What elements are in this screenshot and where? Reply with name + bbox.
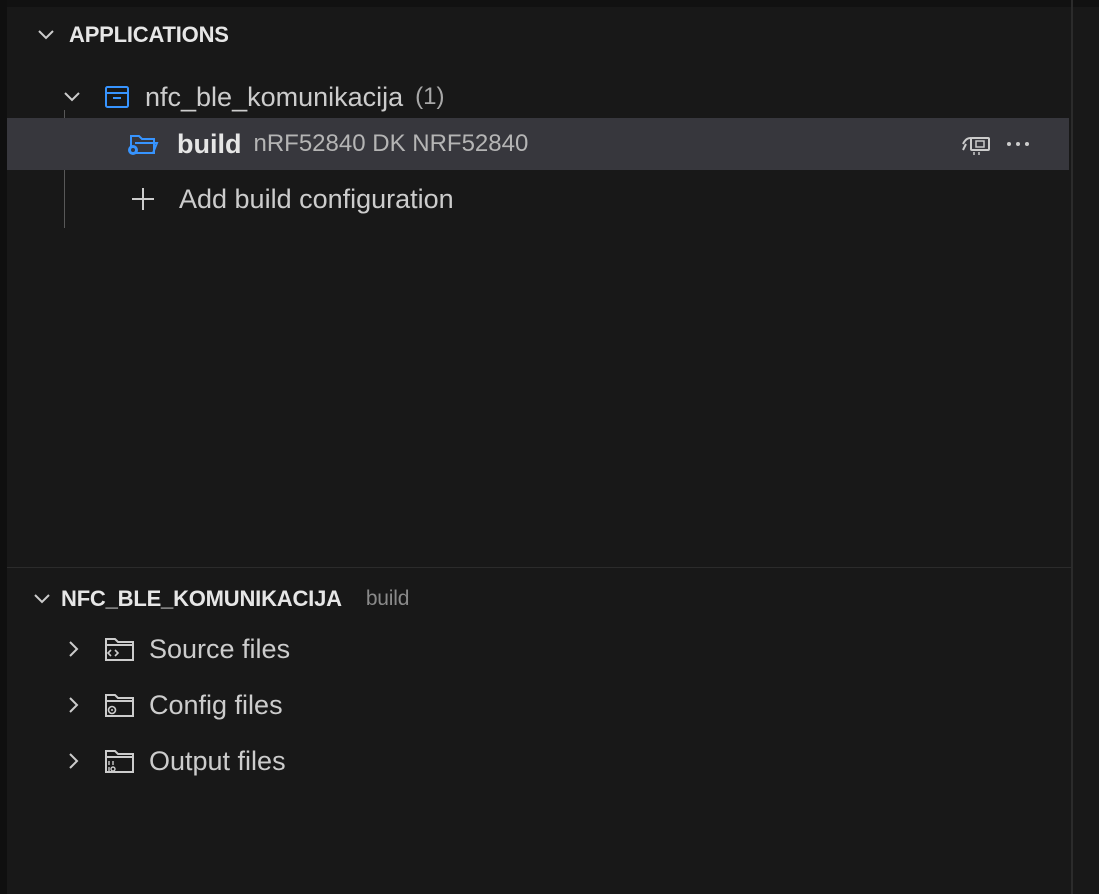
chevron-down-icon: [31, 20, 61, 50]
project-build-description: build: [365, 587, 410, 610]
output-files-label: Output files: [149, 745, 286, 776]
chevron-right-icon: [59, 634, 89, 664]
application-name: nfc_ble_komunikacija: [145, 81, 404, 112]
chevron-down-icon: [57, 82, 87, 112]
frame-left-border: [0, 0, 7, 894]
config-folder-icon: [103, 690, 137, 720]
section-divider: [7, 567, 1071, 568]
application-icon: [103, 83, 131, 111]
tree-item-build-configuration[interactable]: build nRF52840 DK NRF52840: [7, 118, 1069, 170]
build-label: build: [177, 128, 242, 159]
chevron-right-icon: [59, 690, 89, 720]
add-build-configuration-item[interactable]: Add build configuration: [7, 173, 1069, 225]
build-actions: [959, 118, 1033, 170]
add-build-configuration-label: Add build configuration: [179, 183, 454, 214]
tree-item-output-files[interactable]: Output files: [7, 735, 1069, 787]
source-files-label: Source files: [149, 633, 291, 664]
source-folder-icon: [103, 634, 137, 664]
flash-device-icon[interactable]: [959, 130, 993, 158]
chevron-down-icon: [27, 584, 57, 614]
tree-item-config-files[interactable]: Config files: [7, 679, 1069, 731]
applications-section-header[interactable]: APPLICATIONS: [7, 13, 1071, 57]
applications-title: APPLICATIONS: [69, 22, 229, 47]
more-actions-icon[interactable]: [1003, 130, 1033, 158]
frame-right-border: [1071, 0, 1073, 894]
tree-item-source-files[interactable]: Source files: [7, 623, 1069, 675]
project-section-header[interactable]: NFC_BLE_KOMUNIKACIJA build: [7, 577, 1071, 621]
build-folder-gear-icon: [125, 130, 159, 158]
application-build-count: (1): [415, 83, 445, 110]
config-files-label: Config files: [149, 689, 283, 720]
plus-icon: [129, 185, 157, 213]
tree-item-application[interactable]: nfc_ble_komunikacija (1): [7, 71, 1069, 123]
sidebar-panel: APPLICATIONS nfc_ble_komunikacija (1) bu…: [7, 7, 1071, 894]
frame-top-border: [0, 0, 1099, 7]
project-title: NFC_BLE_KOMUNIKACIJA: [61, 586, 342, 611]
chevron-right-icon: [59, 746, 89, 776]
output-folder-icon: [103, 746, 137, 776]
sidebar-frame: APPLICATIONS nfc_ble_komunikacija (1) bu…: [0, 0, 1099, 894]
build-board-description: nRF52840 DK NRF52840: [253, 130, 529, 157]
